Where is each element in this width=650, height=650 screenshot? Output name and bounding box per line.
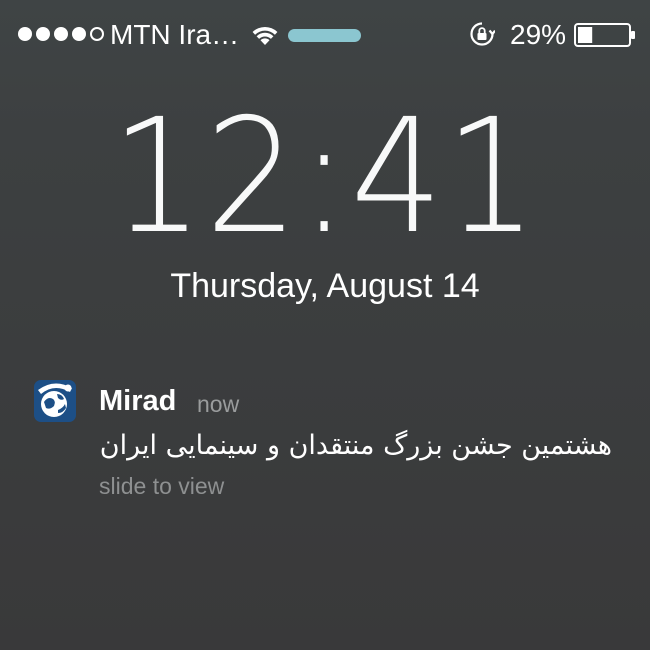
battery-icon xyxy=(574,23,635,47)
signal-dot xyxy=(72,27,86,41)
mirad-app-icon xyxy=(34,380,76,422)
notification-message: هشتمین جشن بزرگ منتقدان و سینمایی ایران xyxy=(99,430,612,461)
lock-screen-clock: 12:41 xyxy=(110,85,540,269)
slide-to-view-hint[interactable]: slide to view xyxy=(99,472,224,500)
wifi-icon xyxy=(252,26,278,45)
signal-dot xyxy=(36,27,50,41)
signal-strength-icon xyxy=(18,27,104,41)
lock-screen-date: Thursday, August 14 xyxy=(170,267,480,305)
notification-timestamp: now xyxy=(197,391,240,417)
battery-level-fill xyxy=(578,27,593,43)
signal-dot xyxy=(18,27,32,41)
status-bar: MTN Ira… 29% xyxy=(0,0,650,70)
notification[interactable]: Mirad now هشتمین جشن بزرگ منتقدان و سینم… xyxy=(0,370,650,510)
network-activity-indicator xyxy=(288,29,361,42)
signal-dot xyxy=(54,27,68,41)
signal-dot xyxy=(90,27,104,41)
battery-percentage: 29% xyxy=(510,19,567,50)
notification-app-name: Mirad xyxy=(99,385,177,417)
rotation-lock-icon xyxy=(470,22,495,46)
carrier-name: MTN Ira… xyxy=(110,19,240,50)
